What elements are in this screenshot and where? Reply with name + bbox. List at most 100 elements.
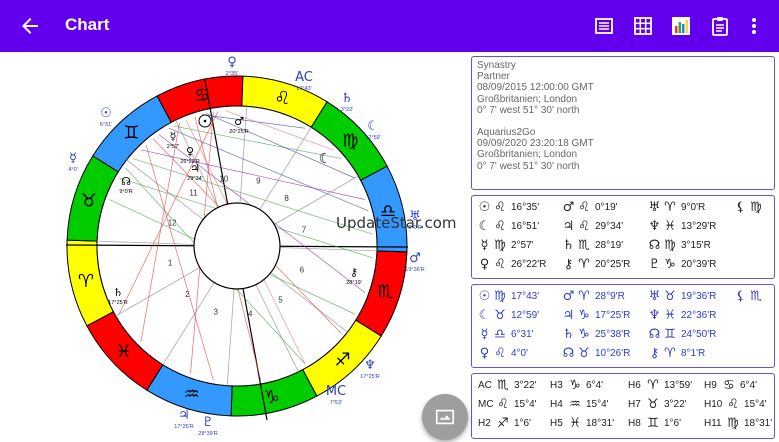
planet-glyph-icon: ♄ — [562, 327, 575, 342]
degree-text: 20°25'R — [595, 259, 631, 270]
planet-glyph-icon: ⚸ — [735, 289, 746, 304]
planet-glyph-icon: ⚷ — [563, 257, 574, 272]
planet-glyph-icon: ♀ — [479, 346, 490, 361]
house-label: MC — [478, 399, 494, 410]
degree-text: 6°31' — [511, 329, 534, 340]
back-arrow-icon[interactable] — [18, 14, 42, 38]
info-line: Synastry — [477, 60, 516, 71]
sign-glyph-icon: ♊ — [647, 416, 659, 431]
planet-position: ☿ ♍ 2°57' — [478, 238, 534, 253]
sign-glyph-icon: ♍ — [664, 238, 676, 253]
outer-degree-label: 2°35' — [226, 71, 238, 77]
planet-glyph-icon: ♆ — [648, 308, 661, 323]
planet-position: ♀ ♌ 4°0' — [478, 346, 528, 361]
planet-position: ☾ ♉ 12°59' — [478, 308, 539, 323]
inner-planet-icon: ☿ — [170, 130, 177, 143]
clipboard-icon[interactable] — [708, 14, 732, 38]
outer-planet-icon: ☉ — [100, 106, 112, 121]
more-vert-icon[interactable] — [742, 14, 766, 38]
house-label: H8 — [628, 418, 641, 429]
fullscreen-button[interactable] — [422, 394, 468, 440]
house-cusp: H6 ♈ 13°59' — [628, 378, 692, 393]
planet-position: ♄ ♑ 25°38'R — [562, 327, 631, 342]
planet-position: ☾ ♌ 16°51' — [478, 219, 539, 234]
outer-planet-icon: ♄ — [341, 91, 353, 106]
sign-glyph-icon: ♑ — [578, 327, 590, 342]
house-label: H4 — [550, 399, 563, 410]
degree-text: 15°4' — [514, 399, 537, 410]
info-line: 0° 7' west 51° 30' north — [477, 160, 580, 172]
degree-text: 16°35' — [511, 202, 540, 213]
astro-chart[interactable]: ♏ ♐ ♑ ♒ ♓ ♈ ♉ ♊ ♋ ♌ ♍ ♎ 1 2 3 4 5 6 7 8 9 10 11 12 ♀ 2°35' AC 17°43… — [0, 52, 466, 442]
bar-chart-icon[interactable] — [669, 14, 693, 38]
zodiac-sign-icon: ♓ — [116, 342, 132, 363]
outer-planet-icon: ♇ — [202, 415, 214, 430]
sign-glyph-icon: ♑ — [569, 378, 581, 393]
planet-glyph-icon: ♅ — [648, 200, 661, 215]
inner-planet-icon: ⚷ — [350, 266, 358, 279]
outer-planet-icon: ♀ — [227, 55, 237, 70]
zodiac-sign-icon: ♌ — [274, 88, 290, 109]
outer-planet-icon: ♆ — [364, 358, 376, 373]
zodiac-sign-icon: ♏ — [377, 281, 393, 302]
planet-position: ☊ ♉ 10°26'R — [562, 346, 631, 361]
planet-position: ♆ ♓ 22°36'R — [648, 308, 717, 323]
info-line: 09/09/2020 23:20:18 GMT — [477, 138, 594, 150]
sign-glyph-icon: ♈ — [647, 378, 659, 393]
sign-glyph-icon: ♌ — [578, 219, 590, 234]
planet-position: ⚸ ♍ — [734, 200, 767, 215]
page-title: Chart — [65, 15, 110, 34]
planet-position: ⚸ ♏ — [734, 289, 767, 304]
degree-text: 12°59' — [511, 310, 540, 321]
list-icon[interactable] — [592, 14, 616, 38]
planet-position: ⚷ ♈ 20°25'R — [562, 257, 631, 272]
degree-text: 15°4' — [744, 399, 767, 410]
chart-info-panel: Synastry Partner 08/09/2015 12:00:00 GMT… — [471, 56, 775, 190]
sign-glyph-icon: ♌ — [578, 200, 590, 215]
grid-icon[interactable] — [631, 14, 655, 38]
degree-text: 20°39'R — [681, 259, 717, 270]
degree-text: 3°15'R — [681, 240, 711, 251]
sign-glyph-icon: ♍ — [750, 200, 762, 215]
sign-glyph-icon: ♉ — [494, 308, 506, 323]
planet-glyph-icon: ☿ — [480, 238, 489, 253]
degree-text: 28°19' — [595, 240, 624, 251]
house-number: 9 — [256, 176, 261, 185]
sign-glyph-icon: ♓ — [664, 308, 676, 323]
planet-glyph-icon: ⚷ — [649, 346, 660, 361]
degree-text: 13°29'R — [681, 221, 717, 232]
sign-glyph-icon: ♌ — [727, 397, 739, 412]
house-cusp: H5 ♓ 18°31' — [550, 416, 614, 431]
zodiac-sign-icon: ♍ — [342, 130, 358, 151]
house-cusp: H2 ♐ 1°6' — [478, 416, 531, 431]
outer-degree-label: 6°31' — [100, 122, 112, 128]
outer-degree-label: 19°36'R — [405, 267, 424, 273]
sign-glyph-icon: ♌ — [494, 200, 506, 215]
house-label: AC — [478, 380, 492, 391]
planet-position: ♆ ♓ 13°29'R — [648, 219, 717, 234]
planet-glyph-icon: ☊ — [648, 238, 661, 253]
degree-text: 25°38'R — [595, 329, 631, 340]
house-cusp: H4 ♒ 15°4' — [550, 397, 609, 412]
zodiac-sign-icon: ♒ — [184, 384, 200, 405]
info-line: Großbritanien; London — [477, 93, 578, 105]
sign-glyph-icon: ♍ — [727, 416, 739, 431]
sign-glyph-icon: ♈ — [578, 257, 590, 272]
inner-degree-label: 29°34' — [187, 176, 203, 182]
house-number: 1 — [168, 259, 173, 268]
degree-text: 26°22'R — [511, 259, 547, 270]
planet-glyph-icon: ♂ — [562, 289, 575, 304]
outer-planet-icon: ♃ — [178, 408, 190, 423]
planet-position: ☊ ♊ 24°50'R — [648, 327, 717, 342]
planet-position: ♅ ♉ 19°36'R — [648, 289, 717, 304]
sign-glyph-icon: ♏ — [578, 238, 590, 253]
house-label: H7 — [628, 399, 641, 410]
degree-text: 13°59' — [664, 380, 693, 391]
planet-glyph-icon: ☿ — [480, 327, 489, 342]
planet-position: ♀ ♌ 26°22'R — [478, 257, 547, 272]
sign-glyph-icon: ♑ — [664, 257, 676, 272]
house-number: 6 — [300, 266, 305, 275]
planet-position: ⚷ ♈ 8°1'R — [648, 346, 706, 361]
planet-glyph-icon: ♃ — [562, 219, 575, 234]
degree-text: 24°50'R — [681, 329, 717, 340]
